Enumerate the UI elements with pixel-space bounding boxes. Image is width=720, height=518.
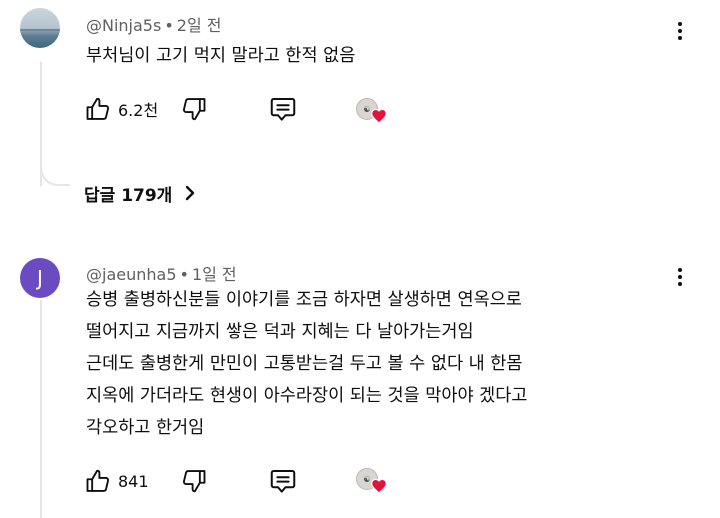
comment-line: 각오하고 한거임	[86, 418, 205, 438]
thumbs-down-icon	[182, 470, 206, 493]
comment-line: 지옥에 가더라도 현생이 아수라장이 되는 것을 막아야 겠다고	[86, 386, 528, 406]
comment-text: 부처님이 고기 먹지 말라고 한적 없음	[86, 40, 355, 72]
comments-section: @Ninja5s • 2일 전 부처님이 고기 먹지 말라고 한적 없음 6.2천	[0, 0, 720, 518]
thumbs-down-icon	[182, 98, 206, 121]
comment-actions: 6.2천 ☯	[84, 92, 414, 126]
avatar[interactable]	[20, 8, 60, 48]
reply-comment-icon	[270, 98, 296, 121]
reply-button[interactable]	[268, 92, 298, 126]
dislike-button[interactable]	[180, 464, 208, 498]
comment-time[interactable]: 1일 전	[192, 265, 237, 284]
reply-comment-icon	[270, 470, 296, 493]
meta-separator: •	[164, 16, 174, 35]
comment-actions: 841 ☯	[84, 464, 414, 498]
creator-heart-icon	[371, 108, 387, 124]
comment-time[interactable]: 2일 전	[177, 16, 222, 35]
author-name[interactable]: @Ninja5s	[86, 16, 161, 35]
like-button[interactable]: 6.2천	[84, 92, 158, 126]
comment-line: 근데도 출병한게 만민이 고통받는걸 두고 볼 수 없다 내 한몸	[86, 354, 523, 374]
thread-connector	[40, 150, 70, 186]
more-vertical-icon	[678, 268, 682, 272]
creator-heart-badge: ☯	[356, 468, 390, 498]
creator-heart-icon	[371, 478, 387, 494]
comment-text: 승병 출병하신분들 이야기를 조금 하자면 살생하면 연옥으로 떨어지고 지금까…	[86, 284, 527, 444]
avatar-letter: J	[37, 266, 43, 290]
comment-line: 떨어지고 지금까지 쌓은 덕과 지혜는 다 날아가는거임	[86, 322, 474, 342]
thumbs-up-icon	[86, 97, 110, 120]
thumbs-up-icon	[86, 469, 110, 492]
like-button[interactable]: 841	[84, 464, 149, 498]
comment-meta: @Ninja5s • 2일 전	[86, 12, 221, 36]
comment-line: 부처님이 고기 먹지 말라고 한적 없음	[86, 46, 356, 66]
author-name[interactable]: @jaeunha5	[86, 265, 177, 284]
avatar[interactable]: J	[20, 258, 60, 298]
view-replies-button[interactable]: 답글 179개	[84, 178, 198, 208]
thread-line	[40, 300, 42, 518]
more-options-button[interactable]	[670, 16, 690, 46]
reply-button[interactable]	[268, 464, 298, 498]
comment-line: 승병 출병하신분들 이야기를 조금 하자면 살생하면 연옥으로	[86, 290, 522, 310]
like-count: 841	[118, 471, 149, 491]
replies-label: 답글 179개	[84, 185, 173, 206]
comment-meta: @jaeunha5 • 1일 전	[86, 261, 237, 285]
meta-separator: •	[179, 265, 189, 284]
more-vertical-icon	[678, 22, 682, 26]
like-count: 6.2천	[118, 101, 159, 120]
creator-heart-badge: ☯	[356, 98, 390, 128]
dislike-button[interactable]	[180, 92, 208, 126]
more-options-button[interactable]	[670, 262, 690, 292]
chevron-right-icon	[186, 185, 195, 201]
